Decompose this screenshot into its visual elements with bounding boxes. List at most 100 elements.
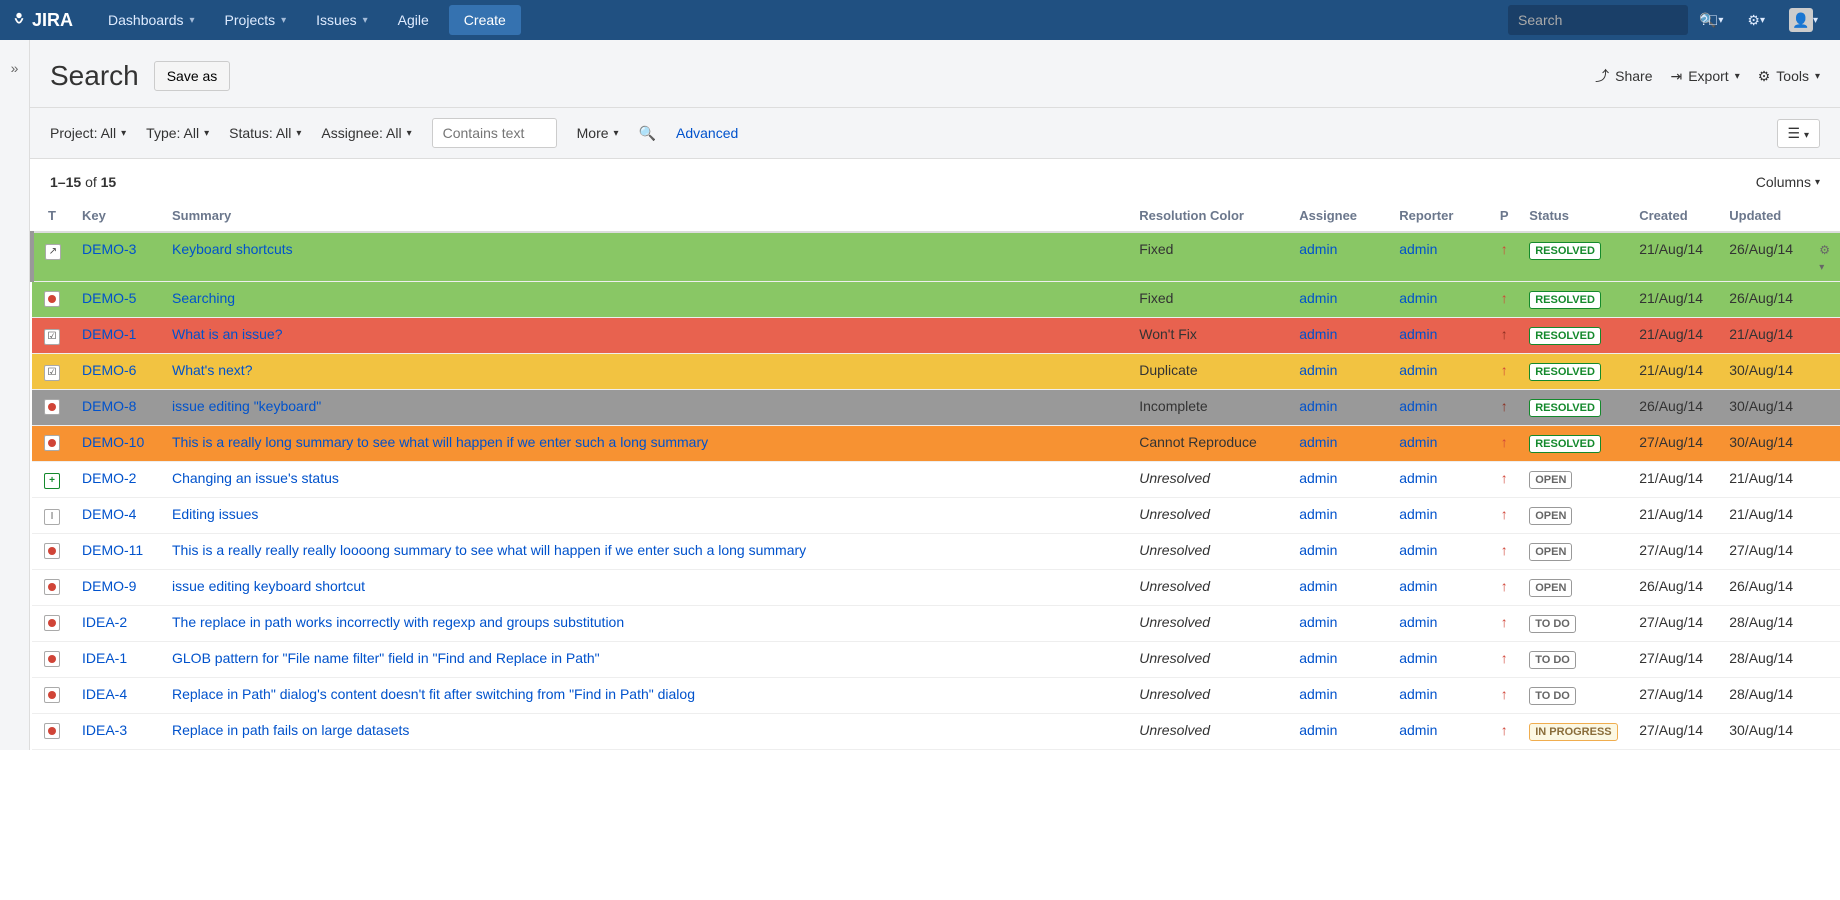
issue-key-link[interactable]: IDEA-1 <box>82 650 127 666</box>
assignee-filter[interactable]: Assignee: All▾ <box>321 125 411 141</box>
table-row[interactable]: ↗DEMO-3Keyboard shortcutsFixedadminadmin… <box>32 232 1840 282</box>
columns-button[interactable]: Columns▾ <box>1756 174 1820 190</box>
table-row[interactable]: DEMO-5SearchingFixedadminadmin↑RESOLVED2… <box>32 282 1840 318</box>
table-row[interactable]: IDEA-3Replace in path fails on large dat… <box>32 714 1840 750</box>
reporter-link[interactable]: admin <box>1399 614 1437 630</box>
issue-summary-link[interactable]: Replace in path fails on large datasets <box>172 722 409 738</box>
assignee-link[interactable]: admin <box>1299 326 1337 342</box>
nav-issues[interactable]: Issues▾ <box>301 0 383 40</box>
issue-key-link[interactable]: IDEA-2 <box>82 614 127 630</box>
row-actions-menu[interactable]: ⚙ ▾ <box>1819 243 1830 273</box>
project-filter[interactable]: Project: All▾ <box>50 125 126 141</box>
issue-summary-link[interactable]: Searching <box>172 290 235 306</box>
reporter-link[interactable]: admin <box>1399 434 1437 450</box>
issue-summary-link[interactable]: GLOB pattern for "File name filter" fiel… <box>172 650 600 666</box>
col-header-priority[interactable]: P <box>1489 200 1519 232</box>
nav-projects[interactable]: Projects▾ <box>210 0 302 40</box>
col-header-updated[interactable]: Updated <box>1719 200 1809 232</box>
issue-key-link[interactable]: DEMO-9 <box>82 578 136 594</box>
issue-summary-link[interactable]: What's next? <box>172 362 253 378</box>
quick-search[interactable]: 🔍 <box>1508 5 1688 35</box>
more-filter[interactable]: More▾ <box>577 125 619 141</box>
table-row[interactable]: IDEA-1 GLOB pattern for "File name filter… <box>32 642 1840 678</box>
advanced-link[interactable]: Advanced <box>676 125 738 141</box>
assignee-link[interactable]: admin <box>1299 542 1337 558</box>
nav-dashboards[interactable]: Dashboards▾ <box>93 0 210 40</box>
table-row[interactable]: DEMO-10 This is a really long summary to … <box>32 426 1840 462</box>
jira-logo[interactable]: JIRA <box>10 10 73 31</box>
issue-key-link[interactable]: DEMO-2 <box>82 470 136 486</box>
export-button[interactable]: ⇥Export▾ <box>1670 66 1739 86</box>
quick-search-input[interactable] <box>1518 12 1699 28</box>
reporter-link[interactable]: admin <box>1399 578 1437 594</box>
issue-key-link[interactable]: DEMO-1 <box>82 326 136 342</box>
reporter-link[interactable]: admin <box>1399 542 1437 558</box>
issue-summary-link[interactable]: Keyboard shortcuts <box>172 241 293 257</box>
save-as-button[interactable]: Save as <box>154 61 231 91</box>
table-row[interactable]: DEMO-9issue editing keyboard shortcutUnr… <box>32 570 1840 606</box>
issue-summary-link[interactable]: Changing an issue's status <box>172 470 339 486</box>
issue-summary-link[interactable]: Editing issues <box>172 506 258 522</box>
col-header-type[interactable]: T <box>32 200 72 232</box>
admin-menu[interactable]: ⚙ ▾ <box>1735 0 1777 40</box>
tools-button[interactable]: ⚙Tools▾ <box>1758 66 1820 86</box>
issue-key-link[interactable]: DEMO-4 <box>82 506 136 522</box>
table-row[interactable]: IDEA-4Replace in Path" dialog's content … <box>32 678 1840 714</box>
issue-summary-link[interactable]: This is a really long summary to see wha… <box>172 434 708 450</box>
assignee-link[interactable]: admin <box>1299 470 1337 486</box>
col-header-summary[interactable]: Summary <box>162 200 1129 232</box>
assignee-link[interactable]: admin <box>1299 614 1337 630</box>
assignee-link[interactable]: admin <box>1299 434 1337 450</box>
share-button[interactable]: ⤴Share <box>1595 66 1652 86</box>
table-row[interactable]: ☑DEMO-1What is an issue?Won't Fixadminad… <box>32 318 1840 354</box>
user-menu[interactable]: 👤 ▾ <box>1777 0 1830 40</box>
reporter-link[interactable]: admin <box>1399 470 1437 486</box>
assignee-link[interactable]: admin <box>1299 290 1337 306</box>
reporter-link[interactable]: admin <box>1399 326 1437 342</box>
view-toggle[interactable]: ☰ ▾ <box>1777 119 1820 148</box>
col-header-status[interactable]: Status <box>1519 200 1629 232</box>
reporter-link[interactable]: admin <box>1399 686 1437 702</box>
assignee-link[interactable]: admin <box>1299 241 1337 257</box>
assignee-link[interactable]: admin <box>1299 722 1337 738</box>
assignee-link[interactable]: admin <box>1299 362 1337 378</box>
issue-key-link[interactable]: DEMO-11 <box>82 542 143 558</box>
col-header-assignee[interactable]: Assignee <box>1289 200 1389 232</box>
assignee-link[interactable]: admin <box>1299 506 1337 522</box>
issue-summary-link[interactable]: issue editing "keyboard" <box>172 398 321 414</box>
reporter-link[interactable]: admin <box>1399 398 1437 414</box>
col-header-key[interactable]: Key <box>72 200 162 232</box>
assignee-link[interactable]: admin <box>1299 578 1337 594</box>
reporter-link[interactable]: admin <box>1399 290 1437 306</box>
table-row[interactable]: DEMO-8issue editing "keyboard"Incomplete… <box>32 390 1840 426</box>
table-row[interactable]: ☑DEMO-6What's next?Duplicateadminadmin↑R… <box>32 354 1840 390</box>
nav-agile[interactable]: Agile <box>383 0 444 40</box>
reporter-link[interactable]: admin <box>1399 722 1437 738</box>
col-header-reporter[interactable]: Reporter <box>1389 200 1489 232</box>
search-submit[interactable]: 🔍 <box>639 125 656 142</box>
col-header-created[interactable]: Created <box>1629 200 1719 232</box>
type-filter[interactable]: Type: All▾ <box>146 125 209 141</box>
sidebar-expand-button[interactable]: » <box>0 40 30 750</box>
issue-summary-link[interactable]: What is an issue? <box>172 326 283 342</box>
issue-key-link[interactable]: DEMO-6 <box>82 362 136 378</box>
reporter-link[interactable]: admin <box>1399 506 1437 522</box>
issue-key-link[interactable]: DEMO-10 <box>82 434 144 450</box>
reporter-link[interactable]: admin <box>1399 362 1437 378</box>
table-row[interactable]: IDEA-2 The replace in path works incorrec… <box>32 606 1840 642</box>
issue-summary-link[interactable]: issue editing keyboard shortcut <box>172 578 365 594</box>
assignee-link[interactable]: admin <box>1299 650 1337 666</box>
help-menu[interactable]: ?⃝ ▾ <box>1688 0 1735 40</box>
issue-summary-link[interactable]: Replace in Path" dialog's content doesn'… <box>172 686 695 702</box>
reporter-link[interactable]: admin <box>1399 241 1437 257</box>
issue-key-link[interactable]: DEMO-3 <box>82 241 136 257</box>
reporter-link[interactable]: admin <box>1399 650 1437 666</box>
issue-summary-link[interactable]: The replace in path works incorrectly wi… <box>172 614 624 630</box>
table-row[interactable]: IDEMO-4Editing issuesUnresolvedadminadmi… <box>32 498 1840 534</box>
table-row[interactable]: +DEMO-2Changing an issue's statusUnresol… <box>32 462 1840 498</box>
issue-key-link[interactable]: DEMO-5 <box>82 290 136 306</box>
assignee-link[interactable]: admin <box>1299 398 1337 414</box>
status-filter[interactable]: Status: All▾ <box>229 125 301 141</box>
issue-summary-link[interactable]: This is a really really really loooong s… <box>172 542 806 558</box>
create-button[interactable]: Create <box>449 5 521 35</box>
